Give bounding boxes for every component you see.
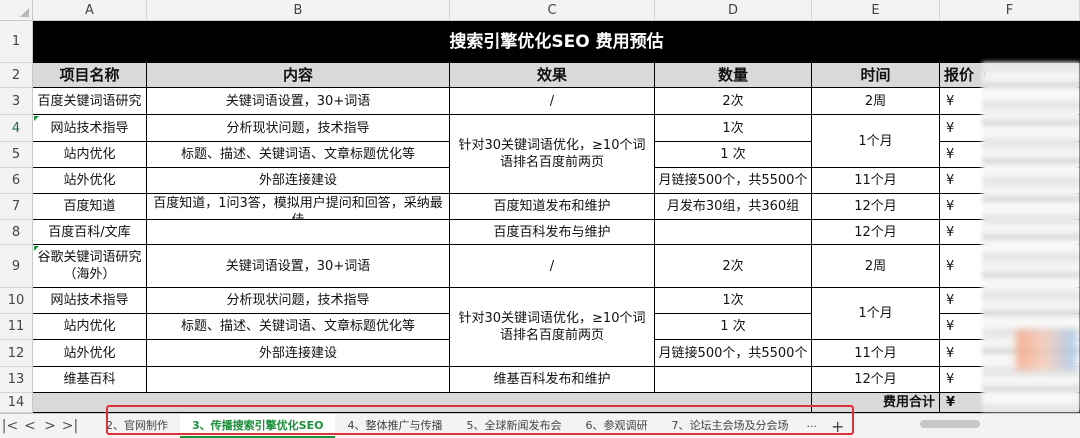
row-header[interactable]: 10 xyxy=(0,288,33,314)
cell-time[interactable]: 2周 xyxy=(812,245,940,288)
cell-quantity[interactable]: 1次 xyxy=(655,115,812,142)
cell-name[interactable]: 谷歌关键词语研究（海外） xyxy=(33,245,147,288)
sheet-title[interactable]: 搜索引擎优化SEO 费用预估 xyxy=(33,21,1080,63)
cell-effect[interactable]: 百度百科发布与维护 xyxy=(450,220,655,245)
column-header-a[interactable]: A xyxy=(33,0,147,21)
row-header[interactable]: 8 xyxy=(0,220,33,245)
cell-quantity[interactable]: 月链接500个，共5500个 xyxy=(655,168,812,194)
last-sheet-button[interactable]: >| xyxy=(60,418,80,434)
row-header[interactable]: 13 xyxy=(0,367,33,393)
header-quantity[interactable]: 数量 xyxy=(655,63,812,88)
cell-name[interactable]: 百度关键词语研究 xyxy=(33,88,147,115)
sheet-tab[interactable]: 2、官网制作 xyxy=(94,414,180,438)
column-header-d[interactable]: D xyxy=(655,0,812,21)
row-header[interactable]: 2 xyxy=(0,63,33,88)
header-effect[interactable]: 效果 xyxy=(450,63,655,88)
cell-content[interactable] xyxy=(147,220,450,245)
cell-name[interactable]: 百度百科/文库 xyxy=(33,220,147,245)
cell-quantity[interactable]: 1 次 xyxy=(655,142,812,168)
sheet-tab[interactable]: 4、整体推广与传播 xyxy=(335,414,454,438)
cell-quantity[interactable] xyxy=(655,367,812,393)
cell-effect[interactable]: 百度知道发布和维护 xyxy=(450,194,655,220)
cell-content[interactable]: 标题、描述、关键词语、文章标题优化等 xyxy=(147,142,450,168)
row-header[interactable]: 7 xyxy=(0,194,33,220)
cell-time-merged[interactable]: 1个月 xyxy=(812,288,940,340)
spreadsheet-grid: A B C D E F 1 2 3 4 5 6 7 8 9 10 11 12 1… xyxy=(0,0,1080,413)
cell-time[interactable]: 2周 xyxy=(812,88,940,115)
header-time[interactable]: 时间 xyxy=(812,63,940,88)
cell-time[interactable]: 11个月 xyxy=(812,168,940,194)
sheet-tab[interactable]: 6、参观调研 xyxy=(573,414,659,438)
next-sheet-button[interactable]: > xyxy=(40,418,60,434)
cell-time[interactable]: 11个月 xyxy=(812,340,940,367)
row-header[interactable]: 14 xyxy=(0,393,33,413)
header-content[interactable]: 内容 xyxy=(147,63,450,88)
row-header[interactable]: 11 xyxy=(0,314,33,340)
column-header-f[interactable]: F xyxy=(940,0,1080,21)
row-header[interactable]: 3 xyxy=(0,88,33,115)
blurred-region xyxy=(1016,330,1076,370)
cell-name[interactable]: 网站技术指导 xyxy=(33,288,147,314)
prev-sheet-button[interactable]: < xyxy=(20,418,40,434)
cell-effect-merged[interactable]: 针对30关键词语优化，≥10个词语排名百度前两页 xyxy=(450,115,655,194)
cell-time[interactable]: 12个月 xyxy=(812,194,940,220)
row-header[interactable]: 9 xyxy=(0,245,33,288)
cell-name[interactable]: 站外优化 xyxy=(33,340,147,367)
sheet-tab[interactable]: 7、论坛主会场及分会场 xyxy=(659,414,800,438)
cell-quantity[interactable]: 月发布30组，共360组 xyxy=(655,194,812,220)
cell-content[interactable]: 分析现状问题，技术指导 xyxy=(147,115,450,142)
cell-time[interactable]: 12个月 xyxy=(812,220,940,245)
cell-name[interactable]: 网站技术指导 xyxy=(33,115,147,142)
cell-content[interactable]: 标题、描述、关键词语、文章标题优化等 xyxy=(147,314,450,340)
more-sheets-button[interactable]: ··· xyxy=(800,420,823,433)
cell-comment-marker xyxy=(34,246,39,251)
cell-quantity[interactable]: 月链接500个，共5500个 xyxy=(655,340,812,367)
cell-quantity[interactable]: 1次 xyxy=(655,288,812,314)
sheet-tab[interactable]: 5、全球新闻发布会 xyxy=(454,414,573,438)
cell-content[interactable]: 关键词语设置，30+词语 xyxy=(147,88,450,115)
cell-time-merged[interactable]: 1个月 xyxy=(812,115,940,168)
cell-content[interactable]: 外部连接建设 xyxy=(147,340,450,367)
add-sheet-button[interactable]: + xyxy=(823,417,852,436)
cell-effect[interactable]: 维基百科发布和维护 xyxy=(450,367,655,393)
cell-time[interactable]: 12个月 xyxy=(812,367,940,393)
cell-comment-marker xyxy=(34,116,39,121)
sheet-tab-active[interactable]: 3、传播搜索引擎优化SEO xyxy=(180,414,336,438)
sheet-tab-bar: |< < > >| 2、官网制作 3、传播搜索引擎优化SEO 4、整体推广与传播… xyxy=(0,413,1080,438)
cell-name[interactable]: 百度知道 xyxy=(33,194,147,220)
cell-content[interactable]: 分析现状问题，技术指导 xyxy=(147,288,450,314)
row-header[interactable]: 4 xyxy=(0,115,33,142)
cell-quantity[interactable]: 1 次 xyxy=(655,314,812,340)
column-header-b[interactable]: B xyxy=(147,0,450,21)
horizontal-scrollbar[interactable] xyxy=(920,420,980,428)
header-item-name[interactable]: 项目名称 xyxy=(33,63,147,88)
cell-effect[interactable]: / xyxy=(450,88,655,115)
cell-name[interactable]: 站外优化 xyxy=(33,168,147,194)
row-header[interactable]: 6 xyxy=(0,168,33,194)
cell-content[interactable] xyxy=(147,367,450,393)
row-header[interactable]: 12 xyxy=(0,340,33,367)
cell-effect-merged[interactable]: 针对30关键词语优化，≥10个词语排名百度前两页 xyxy=(450,288,655,367)
cell-quantity[interactable] xyxy=(655,220,812,245)
total-row-blank[interactable] xyxy=(33,393,812,413)
total-label[interactable]: 费用合计 xyxy=(812,393,940,413)
cell-content[interactable]: 关键词语设置，30+词语 xyxy=(147,245,450,288)
cell-quantity[interactable]: 2次 xyxy=(655,88,812,115)
cell-name[interactable]: 站内优化 xyxy=(33,142,147,168)
cell-content[interactable]: 百度知道，1问3答，模拟用户提问和回答，采纳最佳 xyxy=(147,194,450,220)
cell-effect[interactable]: / xyxy=(450,245,655,288)
cell-name[interactable]: 站内优化 xyxy=(33,314,147,340)
row-header[interactable]: 1 xyxy=(0,21,33,63)
cell-name[interactable]: 维基百科 xyxy=(33,367,147,393)
select-all-corner[interactable] xyxy=(0,0,33,21)
cell-quantity[interactable]: 2次 xyxy=(655,245,812,288)
first-sheet-button[interactable]: |< xyxy=(0,418,20,434)
row-header[interactable]: 5 xyxy=(0,142,33,168)
column-header-e[interactable]: E xyxy=(812,0,940,21)
cell-content[interactable]: 外部连接建设 xyxy=(147,168,450,194)
column-header-c[interactable]: C xyxy=(450,0,655,21)
